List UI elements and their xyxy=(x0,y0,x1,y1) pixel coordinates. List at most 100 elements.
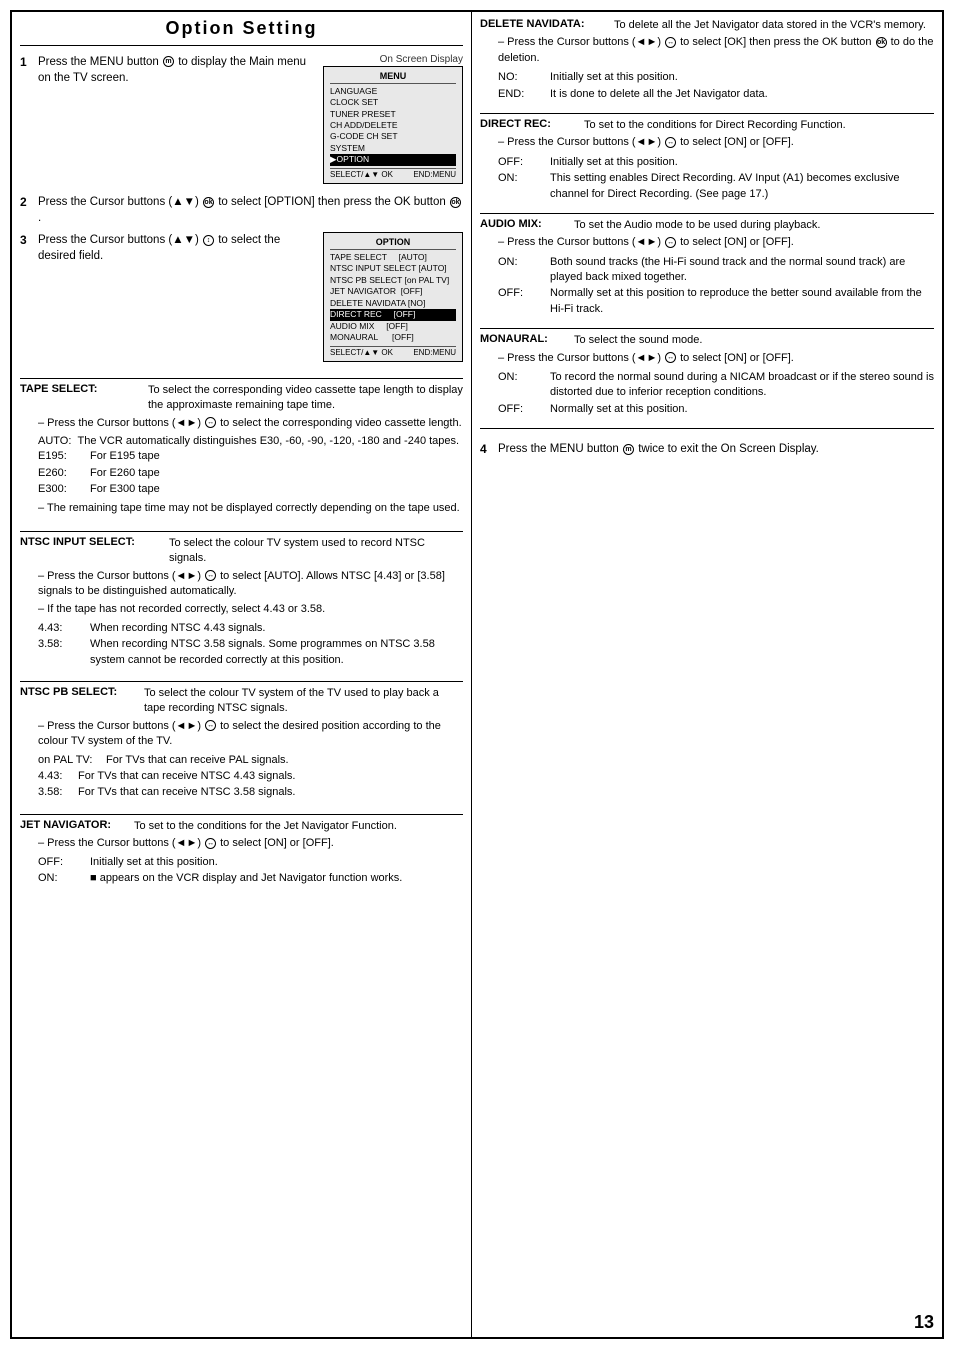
step-1-text: Press the MENU button m to display the M… xyxy=(38,56,306,84)
lr-icon-4: ↔ xyxy=(205,838,216,849)
tape-select-note: – The remaining tape time may not be dis… xyxy=(38,501,463,516)
menu-item-tuner: TUNER PRESET xyxy=(330,109,456,120)
step-1-row: 1 Press the MENU button m to display the… xyxy=(20,54,463,188)
ntsc-358-label: 3.58: xyxy=(38,637,90,668)
tape-e300: E300: For E300 tape xyxy=(38,482,463,497)
ntsc-pb-358-text: For TVs that can receive NTSC 3.58 signa… xyxy=(78,785,463,800)
audio-mix-section: AUDIO MIX: To set the Audio mode to be u… xyxy=(480,218,934,318)
ntsc-pb-pal-label: on PAL TV: xyxy=(38,753,106,768)
delete-nav-bullet: – Press the Cursor buttons (◄►) ↔ to sel… xyxy=(498,35,934,66)
jet-nav-off: OFF: Initially set at this position. xyxy=(38,855,463,870)
ntsc-pb-358-label: 3.58: xyxy=(38,785,78,800)
ntsc-pb-pal: on PAL TV: For TVs that can receive PAL … xyxy=(38,753,463,768)
audio-mix-bullet: – Press the Cursor buttons (◄►) ↔ to sel… xyxy=(498,235,934,250)
delete-nav-no-label: NO: xyxy=(498,70,550,85)
step-4-text: Press the MENU button m twice to exit th… xyxy=(498,443,819,455)
ntsc-input-header: NTSC INPUT SELECT: To select the colour … xyxy=(20,536,463,567)
menu-item-tape-select: TAPE SELECT [AUTO] xyxy=(330,252,456,263)
ntsc-input-name: NTSC INPUT SELECT: xyxy=(20,536,165,567)
ok-icon-2: ok xyxy=(450,197,461,208)
divider-3 xyxy=(20,681,463,682)
lr-icon-5: ↔ xyxy=(665,37,676,48)
ntsc-input-section: NTSC INPUT SELECT: To select the colour … xyxy=(20,536,463,669)
jet-nav-desc: To set to the conditions for the Jet Nav… xyxy=(134,819,463,834)
step-2-content: Press the Cursor buttons (▲▼) ok to sele… xyxy=(38,194,463,226)
menu-box-2-bottom: SELECT/▲▼ OKEND:MENU xyxy=(330,346,456,358)
menu-icon-2: m xyxy=(623,444,634,455)
divider-4 xyxy=(20,814,463,815)
menu-box-1: MENU LANGUAGE CLOCK SET TUNER PRESET CH … xyxy=(323,66,463,184)
lr-icon-1: ↔ xyxy=(205,417,216,428)
audio-mix-items: ON: Both sound tracks (the Hi-Fi sound t… xyxy=(480,255,934,318)
menu-item-direct-rec: DIRECT REC [OFF] xyxy=(330,309,456,320)
menu-box-1-bottom: SELECT/▲▼ OKEND:MENU xyxy=(330,168,456,180)
ntsc-pb-443-text: For TVs that can receive NTSC 4.43 signa… xyxy=(78,769,463,784)
tape-select-desc: To select the corresponding video casset… xyxy=(148,383,463,414)
ntsc-pb-section: NTSC PB SELECT: To select the colour TV … xyxy=(20,686,463,802)
outer-border: Option Setting 1 Press the MENU button m… xyxy=(10,10,944,1339)
r-divider-4 xyxy=(480,428,934,429)
audio-mix-header: AUDIO MIX: To set the Audio mode to be u… xyxy=(480,218,934,233)
menu-box-2-title: OPTION xyxy=(330,236,456,250)
menu-item-chadd: CH ADD/DELETE xyxy=(330,120,456,131)
jet-nav-on-text: ■ appears on the VCR display and Jet Nav… xyxy=(90,871,463,886)
ntsc-358: 3.58: When recording NTSC 3.58 signals. … xyxy=(38,637,463,668)
delete-nav-end-label: END: xyxy=(498,87,550,102)
delete-nav-end-text: It is done to delete all the Jet Navigat… xyxy=(550,87,934,102)
ntsc-pb-358: 3.58: For TVs that can receive NTSC 3.58… xyxy=(38,785,463,800)
page-container: Option Setting 1 Press the MENU button m… xyxy=(0,0,954,1349)
direct-rec-desc: To set to the conditions for Direct Reco… xyxy=(584,118,934,133)
audio-mix-desc: To set the Audio mode to be used during … xyxy=(574,218,934,233)
monaural-on-label: ON: xyxy=(498,370,550,401)
tape-e195-label: E195: xyxy=(38,449,90,464)
menu-item-system: SYSTEM xyxy=(330,143,456,154)
monaural-off: OFF: Normally set at this position. xyxy=(498,402,934,417)
ntsc-443: 4.43: When recording NTSC 4.43 signals. xyxy=(38,621,463,636)
step-3-row: 3 Press the Cursor buttons (▲▼) ↕ to sel… xyxy=(20,232,463,366)
tape-e260: E260: For E260 tape xyxy=(38,466,463,481)
ntsc-pb-443: 4.43: For TVs that can receive NTSC 4.43… xyxy=(38,769,463,784)
lr-icon-2: ↔ xyxy=(205,570,216,581)
tape-e195-text: For E195 tape xyxy=(90,449,463,464)
monaural-items: ON: To record the normal sound during a … xyxy=(480,370,934,417)
monaural-off-label: OFF: xyxy=(498,402,550,417)
ok-icon-3: ok xyxy=(876,37,887,48)
lr-icon-3: ↔ xyxy=(205,720,216,731)
step-4-number: 4 xyxy=(480,442,494,457)
direct-rec-items: OFF: Initially set at this position. ON:… xyxy=(480,155,934,202)
lr-icon-7: ↔ xyxy=(665,237,676,248)
ud-icon: ↕ xyxy=(203,235,214,246)
ntsc-pb-pal-text: For TVs that can receive PAL signals. xyxy=(106,753,463,768)
menu-item-monaural: MONAURAL [OFF] xyxy=(330,332,456,343)
step-4-content: Press the MENU button m twice to exit th… xyxy=(498,441,934,457)
menu-item-audio-mix: AUDIO MIX [OFF] xyxy=(330,321,456,332)
tape-e260-text: For E260 tape xyxy=(90,466,463,481)
audio-mix-on: ON: Both sound tracks (the Hi-Fi sound t… xyxy=(498,255,934,286)
delete-nav-end: END: It is done to delete all the Jet Na… xyxy=(498,87,934,102)
audio-mix-name: AUDIO MIX: xyxy=(480,218,570,233)
menu-item-del-nav: DELETE NAVIDATA [NO] xyxy=(330,298,456,309)
audio-mix-off-label: OFF: xyxy=(498,286,550,317)
audio-mix-on-label: ON: xyxy=(498,255,550,286)
ntsc-pb-443-label: 4.43: xyxy=(38,769,78,784)
ntsc-input-desc: To select the colour TV system used to r… xyxy=(169,536,463,567)
step-4-row: 4 Press the MENU button m twice to exit … xyxy=(480,441,934,457)
monaural-header: MONAURAL: To select the sound mode. xyxy=(480,333,934,348)
jet-nav-on-label: ON: xyxy=(38,871,90,886)
audio-mix-off: OFF: Normally set at this position to re… xyxy=(498,286,934,317)
direct-rec-header: DIRECT REC: To set to the conditions for… xyxy=(480,118,934,133)
jet-nav-bullet: – Press the Cursor buttons (◄►) ↔ to sel… xyxy=(38,836,463,851)
ntsc-pb-bullet: – Press the Cursor buttons (◄►) ↔ to sel… xyxy=(38,719,463,750)
delete-nav-no-text: Initially set at this position. xyxy=(550,70,934,85)
monaural-desc: To select the sound mode. xyxy=(574,333,934,348)
ntsc-input-bullet: – Press the Cursor buttons (◄►) ↔ to sel… xyxy=(38,569,463,600)
jet-nav-on: ON: ■ appears on the VCR display and Jet… xyxy=(38,871,463,886)
monaural-section: MONAURAL: To select the sound mode. – Pr… xyxy=(480,333,934,418)
tape-select-bullet: – Press the Cursor buttons (◄►) ↔ to sel… xyxy=(38,416,463,431)
on-screen-label: On Screen Display xyxy=(315,54,463,65)
step-2-number: 2 xyxy=(20,195,34,226)
step-3-content: Press the Cursor buttons (▲▼) ↕ to selec… xyxy=(38,232,463,366)
ntsc-358-text: When recording NTSC 3.58 signals. Some p… xyxy=(90,637,463,668)
step-3-number: 3 xyxy=(20,233,34,366)
step-2-row: 2 Press the Cursor buttons (▲▼) ok to se… xyxy=(20,194,463,226)
